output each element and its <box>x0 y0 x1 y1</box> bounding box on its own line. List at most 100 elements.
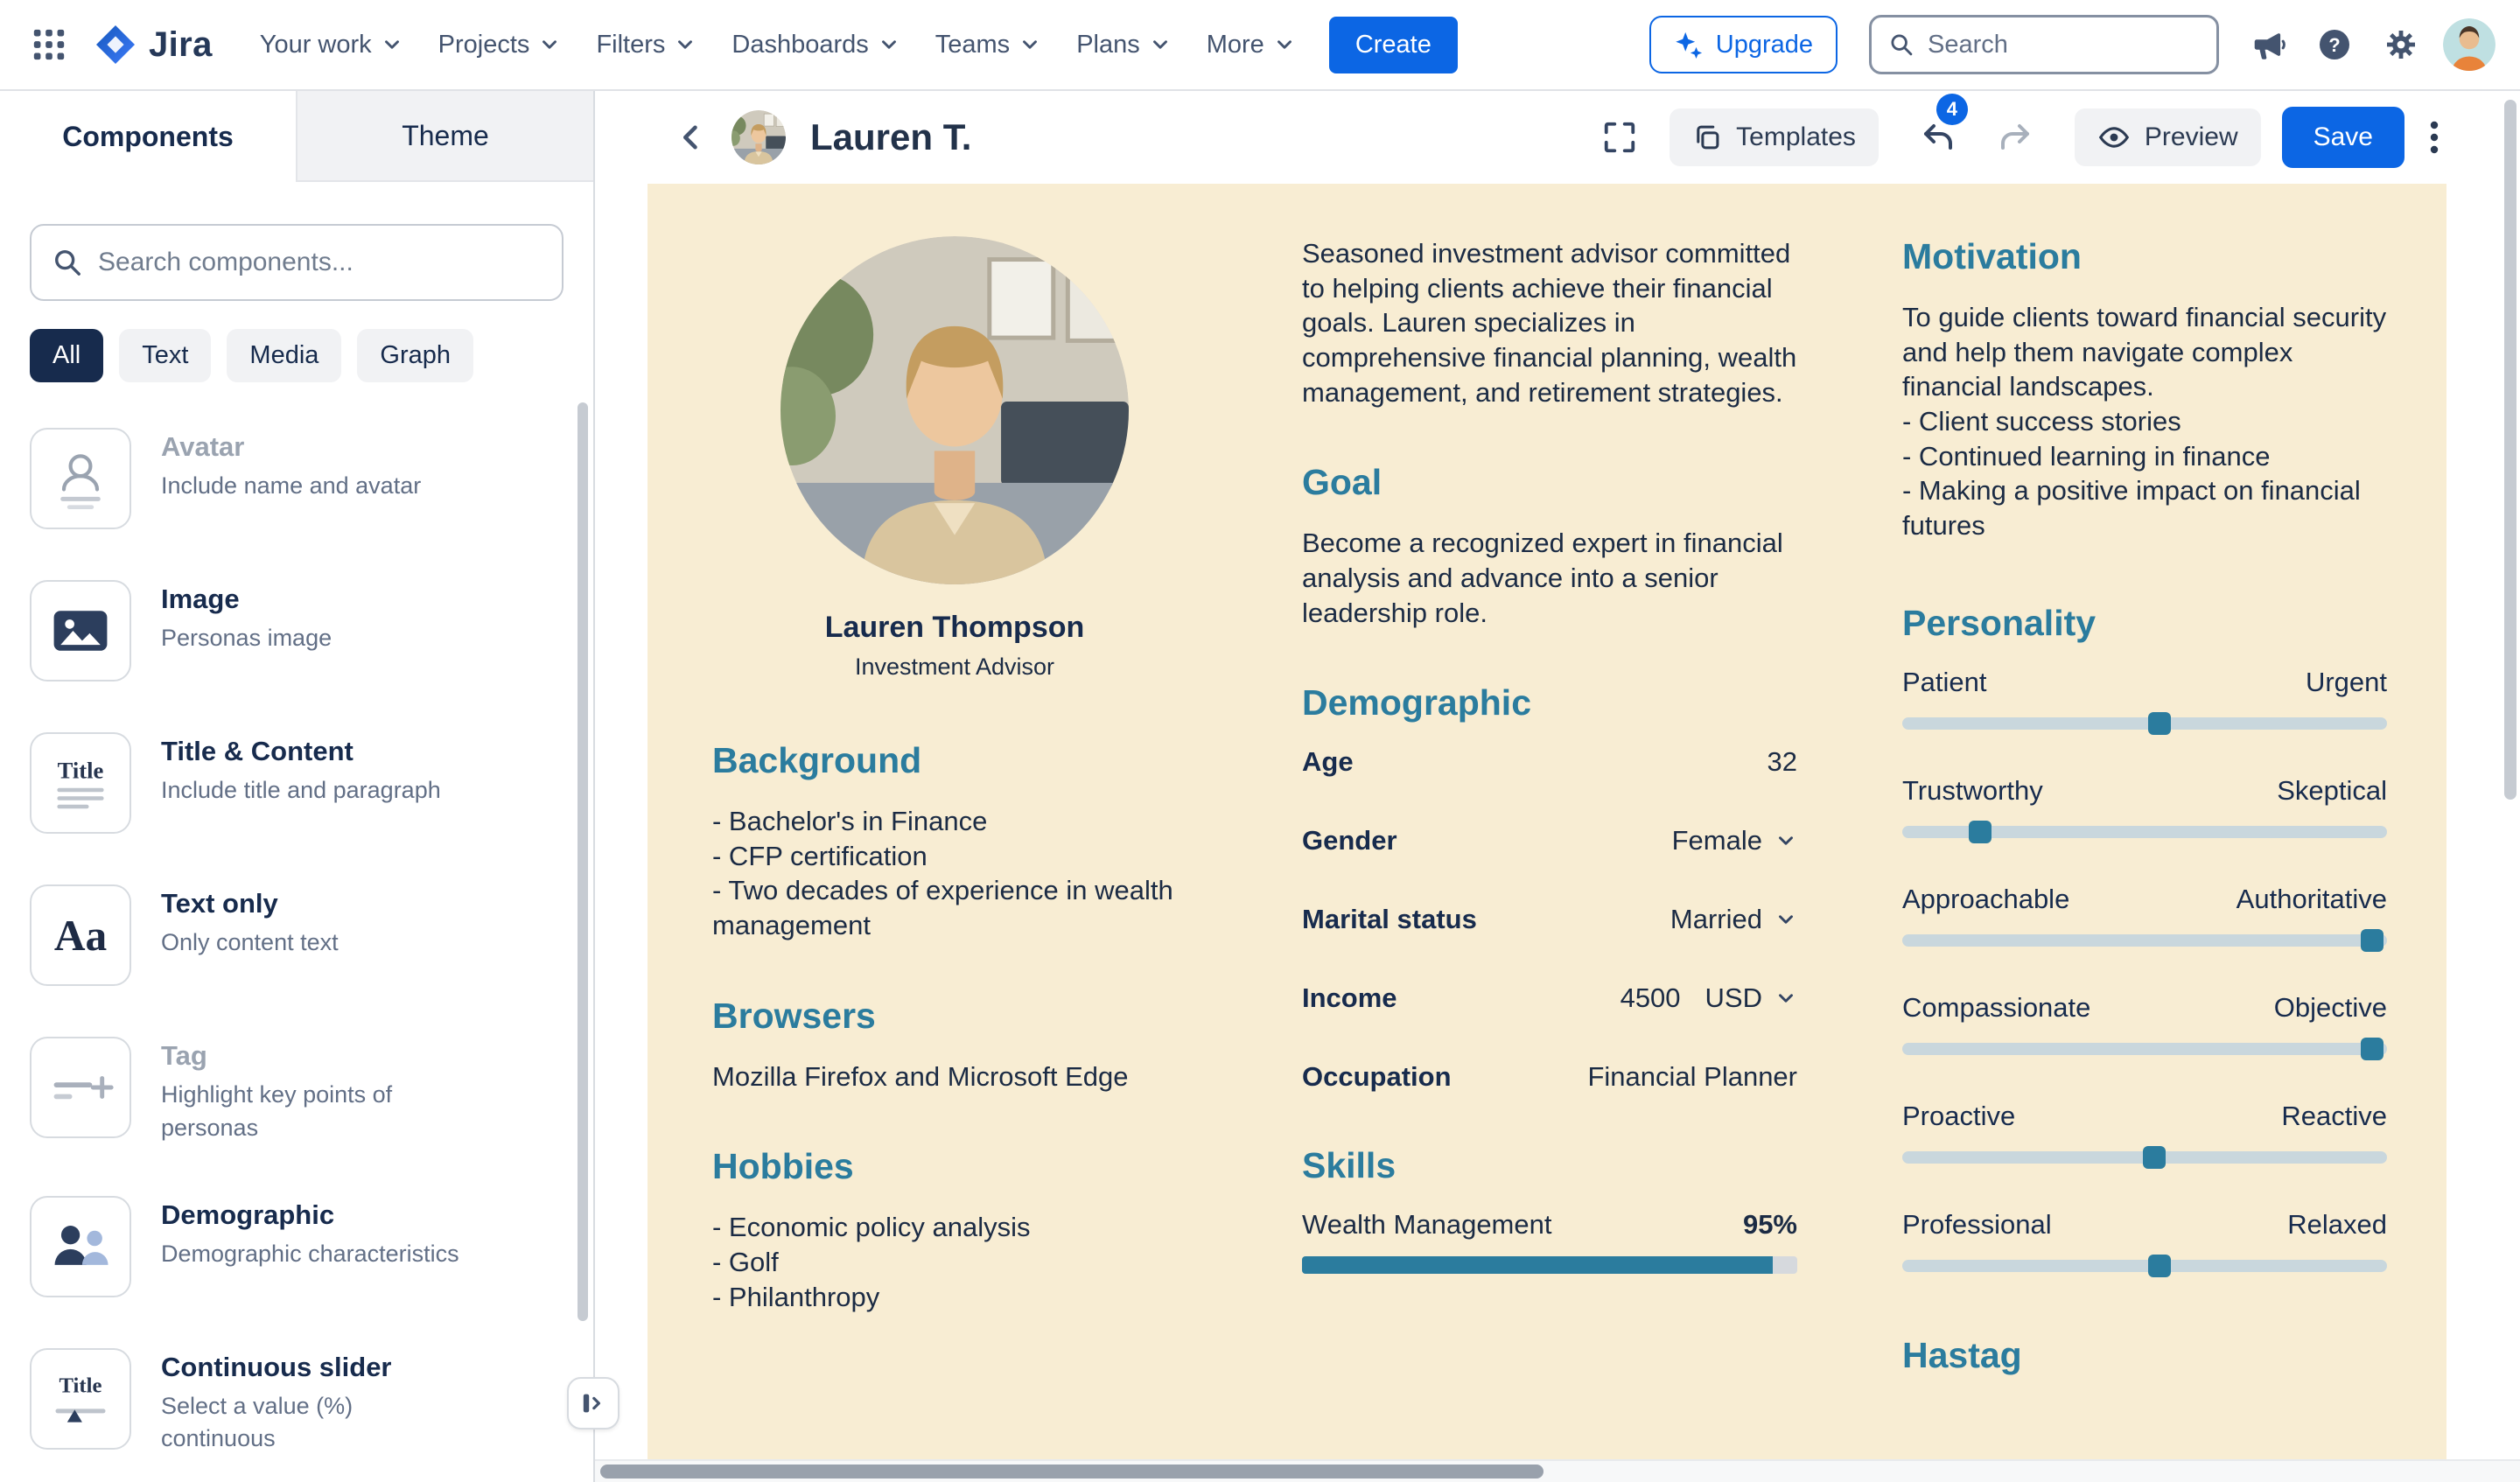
slider-track[interactable] <box>1902 934 2387 947</box>
skill-row: Wealth Management 95% <box>1302 1209 1797 1241</box>
slider-handle[interactable] <box>2361 929 2384 952</box>
primary-nav: Your work Projects Filters Dashboards Te… <box>244 18 1312 72</box>
search-icon <box>52 248 82 277</box>
components-sidebar: Components Theme All Text Media Graph <box>0 91 595 1482</box>
continuous-slider-icon: Title <box>30 1348 131 1450</box>
jira-logo[interactable]: Jira <box>84 24 230 66</box>
editor-header: Lauren T. Templates <box>595 91 2520 184</box>
global-search-input[interactable] <box>1928 31 2199 59</box>
section-heading: Personality <box>1902 603 2387 644</box>
component-search-input[interactable] <box>98 248 541 277</box>
slider-handle[interactable] <box>2148 712 2171 735</box>
persona-photo[interactable] <box>780 236 1129 584</box>
persona-name[interactable]: Lauren Thompson <box>712 611 1197 645</box>
tab-theme[interactable]: Theme <box>296 91 593 182</box>
nav-plans[interactable]: Plans <box>1060 18 1187 72</box>
slider-right-label: Skeptical <box>2277 775 2387 807</box>
nav-projects[interactable]: Projects <box>423 18 578 72</box>
jira-wordmark: Jira <box>149 25 213 65</box>
save-button[interactable]: Save <box>2282 107 2404 168</box>
field-label: Gender <box>1302 825 1397 856</box>
more-options-button[interactable] <box>2426 113 2443 162</box>
filter-all[interactable]: All <box>30 329 103 382</box>
nav-your-work[interactable]: Your work <box>244 18 419 72</box>
section-hobbies[interactable]: Hobbies - Economic policy analysis - Gol… <box>712 1146 1197 1314</box>
page-vertical-scrollbar[interactable] <box>2504 100 2516 800</box>
slider-right-label: Objective <box>2274 992 2387 1024</box>
component-demographic[interactable]: Demographic Demographic characteristics <box>30 1196 564 1297</box>
panel-collapse-icon <box>579 1389 607 1417</box>
persona-role[interactable]: Investment Advisor <box>712 654 1197 681</box>
announcements-button[interactable] <box>2236 17 2300 73</box>
component-text-only[interactable]: Aa Text only Only content text <box>30 884 564 986</box>
component-search[interactable] <box>30 224 564 301</box>
svg-text:Aa: Aa <box>54 912 107 960</box>
component-texts: Title & Content Include title and paragr… <box>161 732 441 834</box>
nav-filters[interactable]: Filters <box>580 18 712 72</box>
slider-track[interactable] <box>1902 717 2387 730</box>
user-avatar[interactable] <box>2443 18 2496 71</box>
app-switcher-icon[interactable] <box>18 17 80 73</box>
age-value[interactable]: 32 <box>1768 746 1797 778</box>
create-button[interactable]: Create <box>1329 17 1458 73</box>
hobby-item: - Economic policy analysis <box>712 1210 1197 1245</box>
slider-track[interactable] <box>1902 1043 2387 1055</box>
settings-button[interactable] <box>2370 17 2432 73</box>
slider-handle[interactable] <box>2143 1146 2166 1169</box>
persona-photo-wrap <box>712 236 1197 584</box>
filter-graph[interactable]: Graph <box>357 329 473 382</box>
filter-media[interactable]: Media <box>227 329 341 382</box>
redo-icon <box>1998 122 2033 153</box>
component-tag[interactable]: Tag Highlight key points of personas <box>30 1037 564 1145</box>
sidebar-scrollbar[interactable] <box>578 402 588 1321</box>
chevron-down-icon <box>1018 33 1041 56</box>
slider-track[interactable] <box>1902 1151 2387 1164</box>
templates-button[interactable]: Templates <box>1670 108 1879 166</box>
filter-text[interactable]: Text <box>119 329 211 382</box>
nav-teams[interactable]: Teams <box>920 18 1057 72</box>
slider-left-label: Patient <box>1902 667 1987 698</box>
megaphone-icon <box>2250 26 2286 63</box>
section-browsers[interactable]: Browsers Mozilla Firefox and Microsoft E… <box>712 996 1197 1094</box>
persona-summary[interactable]: Seasoned investment advisor committed to… <box>1302 236 1797 409</box>
hobby-item: - Golf <box>712 1245 1197 1280</box>
slider-left-label: Compassionate <box>1902 992 2090 1024</box>
global-search[interactable] <box>1869 15 2219 74</box>
upgrade-button[interactable]: Upgrade <box>1649 16 1838 73</box>
chevron-down-icon <box>1774 908 1797 931</box>
tab-components[interactable]: Components <box>0 91 296 182</box>
horizontal-scrollbar[interactable] <box>595 1459 2520 1482</box>
nav-dashboards[interactable]: Dashboards <box>716 18 915 72</box>
back-button[interactable] <box>672 118 710 157</box>
marital-status-select[interactable]: Married <box>1670 904 1797 935</box>
demographic-row-marital: Marital status Married <box>1302 904 1797 935</box>
slider-handle[interactable] <box>2148 1255 2171 1277</box>
demographic-row-age: Age 32 <box>1302 746 1797 778</box>
component-continuous-slider[interactable]: Title Continuous slider Select a value (… <box>30 1348 564 1457</box>
redo-button[interactable] <box>1987 111 2043 164</box>
nav-more[interactable]: More <box>1191 18 1312 72</box>
component-image[interactable]: Image Personas image <box>30 580 564 682</box>
income-value[interactable]: 4500 <box>1620 982 1681 1014</box>
component-avatar[interactable]: Avatar Include name and avatar <box>30 428 564 529</box>
section-heading: Motivation <box>1902 236 2387 277</box>
skill-progress-bar[interactable] <box>1302 1256 1797 1274</box>
nav-label: Your work <box>260 31 372 59</box>
occupation-value[interactable]: Financial Planner <box>1587 1061 1797 1093</box>
fullscreen-button[interactable] <box>1591 108 1648 166</box>
component-title-content[interactable]: Title Title & Content Include title and … <box>30 732 564 834</box>
goal-text: Become a recognized expert in financial … <box>1302 526 1797 630</box>
income-currency-select[interactable]: USD <box>1705 982 1797 1014</box>
slider-handle[interactable] <box>2361 1038 2384 1060</box>
slider-track[interactable] <box>1902 1260 2387 1272</box>
slider-handle[interactable] <box>1969 821 1992 843</box>
section-background[interactable]: Background - Bachelor's in Finance - CFP… <box>712 740 1197 943</box>
slider-track[interactable] <box>1902 826 2387 838</box>
horizontal-scrollbar-thumb[interactable] <box>600 1465 1544 1479</box>
section-motivation[interactable]: Motivation To guide clients toward finan… <box>1902 236 2387 543</box>
preview-button[interactable]: Preview <box>2075 108 2261 166</box>
collapse-sidebar-button[interactable] <box>567 1377 620 1430</box>
help-button[interactable]: ? <box>2303 17 2366 73</box>
gender-select[interactable]: Female <box>1672 825 1797 856</box>
section-goal[interactable]: Goal Become a recognized expert in finan… <box>1302 462 1797 630</box>
